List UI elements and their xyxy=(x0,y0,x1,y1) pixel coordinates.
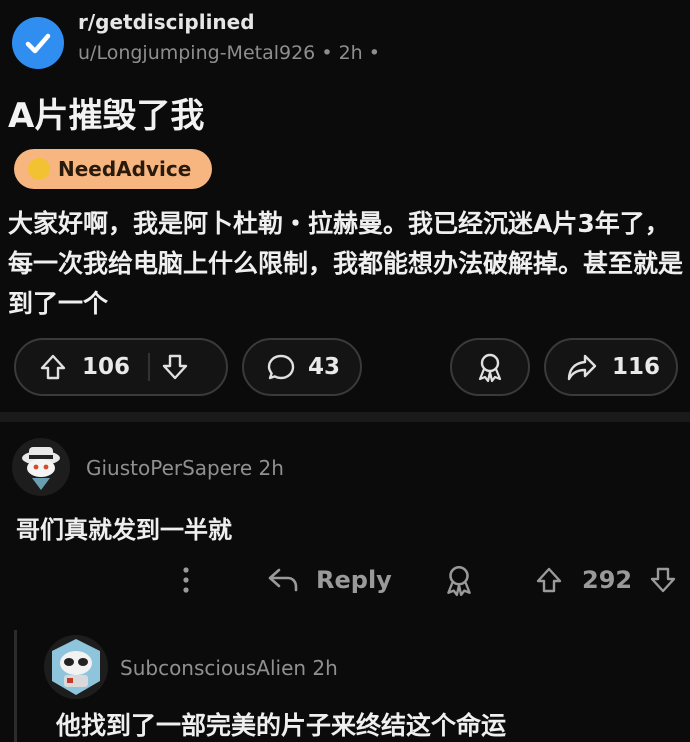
section-divider xyxy=(0,412,690,422)
meta-dot: • xyxy=(368,42,380,64)
post-title: A片摧毁了我 xyxy=(8,96,205,136)
share-arrow-icon xyxy=(566,352,598,382)
vote-bar: 106 xyxy=(14,338,228,396)
reply-text: 他找到了一部完美的片子来终结这个命运 xyxy=(56,711,507,740)
flair-label: NeedAdvice xyxy=(58,157,192,181)
upvote-icon xyxy=(536,567,562,593)
thinking-emoji-icon xyxy=(28,158,50,180)
comment-username[interactable]: GiustoPerSapere xyxy=(86,456,252,480)
post-age: 2h xyxy=(338,42,363,64)
comment-meta: GiustoPerSapere 2h xyxy=(86,456,284,480)
upvote-icon[interactable] xyxy=(38,352,68,382)
vote-divider xyxy=(148,353,151,381)
avatar[interactable] xyxy=(12,438,70,496)
avatar[interactable] xyxy=(44,635,108,699)
reply-meta: SubconsciousAlien 2h xyxy=(120,656,338,680)
share-count: 116 xyxy=(612,354,661,380)
post-flair[interactable]: NeedAdvice xyxy=(14,149,212,189)
comment-actions: Reply 292 xyxy=(0,555,690,605)
award-button[interactable] xyxy=(450,338,530,396)
comment-text: 哥们真就发到一半就 xyxy=(16,516,232,544)
alien-avatar-icon xyxy=(52,639,100,695)
post-body: 大家好啊，我是阿卜杜勒・拉赫曼。我已经沉迷A片3年了，每一次我给电脑上什么限制，… xyxy=(8,209,684,318)
comment-award-button[interactable] xyxy=(442,555,476,605)
comment-age: 2h xyxy=(258,456,284,480)
comment-vote-count: 292 xyxy=(582,566,633,594)
thread-line[interactable] xyxy=(14,630,17,742)
award-icon xyxy=(447,565,471,597)
snoo-avatar-icon xyxy=(22,447,60,490)
reply-age: 2h xyxy=(312,656,338,680)
reply-username[interactable]: SubconsciousAlien xyxy=(120,656,306,680)
subreddit-avatar[interactable] xyxy=(12,17,64,69)
comment-count: 43 xyxy=(308,354,341,380)
upvote-count: 106 xyxy=(82,354,131,380)
comment-downvote-button[interactable] xyxy=(648,555,678,605)
comment-bubble-icon xyxy=(266,352,296,382)
reply-label: Reply xyxy=(316,566,392,594)
meta-dot: • xyxy=(321,42,339,64)
vertical-dots-icon xyxy=(183,567,189,593)
comments-button[interactable]: 43 xyxy=(242,338,362,396)
downvote-icon[interactable] xyxy=(160,352,190,382)
subreddit-name[interactable]: r/getdisciplined xyxy=(78,10,255,34)
share-button[interactable]: 116 xyxy=(544,338,678,396)
comment-upvote-button[interactable] xyxy=(534,555,564,605)
award-icon xyxy=(474,351,506,383)
post-card: r/getdisciplined u/Longjumping-Metal926 … xyxy=(0,0,690,412)
reply-arrow-icon xyxy=(268,568,298,592)
more-options-button[interactable] xyxy=(178,555,194,605)
reply-button[interactable]: Reply xyxy=(266,555,392,605)
checkmark-icon xyxy=(25,33,51,54)
downvote-icon xyxy=(650,567,676,593)
post-meta: u/Longjumping-Metal926 • 2h • xyxy=(78,42,380,64)
author-link[interactable]: u/Longjumping-Metal926 xyxy=(78,42,315,64)
